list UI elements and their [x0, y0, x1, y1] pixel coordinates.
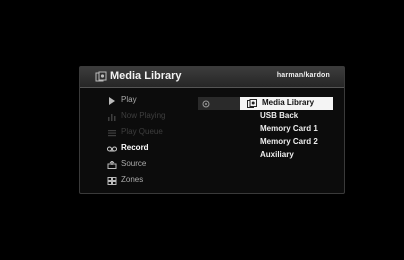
submenu-item-label: Memory Card 1 — [260, 124, 318, 133]
now-playing-icon — [108, 114, 116, 121]
menu-item-source[interactable]: Source — [94, 158, 198, 174]
brand-logo: harman/kardon — [276, 72, 330, 79]
menu-item-label: Source — [121, 159, 147, 168]
menu-item-label: Play — [121, 95, 137, 104]
menu-item-label: Record — [121, 143, 149, 152]
media-library-icon — [247, 99, 257, 108]
zones-icon — [107, 177, 117, 185]
menu-panel: Media Library harman/kardon Play Now Pla… — [79, 66, 345, 194]
submenu-item-usb-back[interactable]: USB Back — [198, 110, 333, 123]
selection-marker — [198, 97, 240, 110]
source-icon — [107, 161, 117, 169]
menu-item-play-queue: Play Queue — [94, 126, 198, 142]
source-submenu: Media Library USB Back Memory Card 1 Mem… — [198, 97, 333, 162]
menu-item-record[interactable]: Record — [94, 142, 198, 158]
submenu-item-label: Media Library — [262, 98, 315, 107]
submenu-item-memory-card-2[interactable]: Memory Card 2 — [198, 136, 333, 149]
play-icon — [109, 97, 115, 105]
submenu-item-memory-card-1[interactable]: Memory Card 1 — [198, 123, 333, 136]
menu-item-label: Now Playing — [121, 111, 166, 120]
media-library-icon — [95, 71, 107, 82]
menu-item-label: Zones — [121, 175, 144, 184]
play-queue-icon — [108, 130, 116, 137]
menu-item-play[interactable]: Play — [94, 94, 198, 110]
screen: Media Library harman/kardon Play Now Pla… — [0, 0, 404, 260]
panel-header: Media Library harman/kardon — [80, 67, 344, 88]
menu-item-now-playing: Now Playing — [94, 110, 198, 126]
menu-item-label: Play Queue — [121, 127, 163, 136]
main-menu: Play Now Playing Play Queue Record Sourc… — [94, 94, 198, 190]
target-icon — [202, 100, 210, 108]
submenu-item-auxiliary[interactable]: Auxiliary — [198, 149, 333, 162]
submenu-item-label: Auxiliary — [260, 150, 294, 159]
page-title: Media Library — [110, 70, 182, 82]
menu-item-zones[interactable]: Zones — [94, 174, 198, 190]
submenu-item-label: Memory Card 2 — [260, 137, 318, 146]
submenu-item-media-library[interactable]: Media Library — [198, 97, 333, 110]
record-icon — [107, 146, 117, 152]
submenu-item-label: USB Back — [260, 111, 299, 120]
